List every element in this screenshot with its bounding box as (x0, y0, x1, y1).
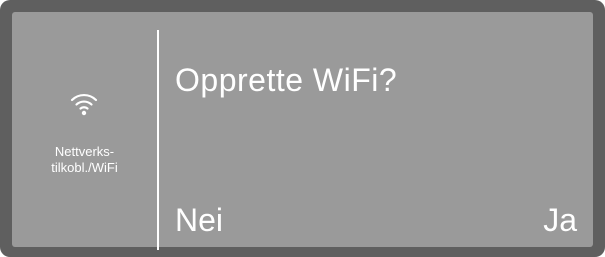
vertical-divider (157, 30, 159, 250)
device-bezel: Nettverks- tilkobl./WiFi Opprette WiFi? … (0, 0, 605, 257)
sidebar-label-line1: Nettverks- (54, 144, 115, 159)
sidebar-label-line2: tilkobl./WiFi (51, 160, 118, 175)
yes-button[interactable]: Ja (543, 202, 577, 239)
sidebar-label: Nettverks- tilkobl./WiFi (12, 144, 157, 176)
wifi-icon (70, 93, 98, 116)
display-screen: Nettverks- tilkobl./WiFi Opprette WiFi? … (12, 12, 593, 250)
sidebar-menu-context: Nettverks- tilkobl./WiFi (12, 12, 157, 247)
dialog-question: Opprette WiFi? (175, 62, 398, 98)
no-button[interactable]: Nei (175, 202, 223, 239)
